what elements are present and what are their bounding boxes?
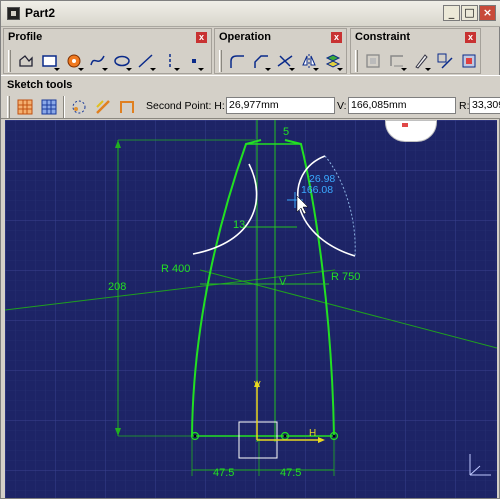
- title-bar: Part2 _ □ ×: [1, 1, 500, 27]
- radius-left-text[interactable]: R 400: [161, 263, 190, 275]
- v-value-field[interactable]: 166,085mm: [348, 97, 456, 114]
- profile-icon[interactable]: [15, 50, 37, 72]
- spline-icon[interactable]: [87, 50, 109, 72]
- grid-icon[interactable]: [14, 96, 36, 118]
- r-value-field[interactable]: 33,309: [469, 97, 500, 114]
- project-icon[interactable]: [322, 50, 344, 72]
- r-label: R:: [459, 100, 470, 112]
- main-window: Part2 _ □ × Profile x Operation x Constr…: [0, 0, 500, 499]
- cursor-v-text: 166.08: [301, 184, 333, 196]
- geometrical-constraints-icon[interactable]: [92, 96, 114, 118]
- radius-right-text[interactable]: R 750: [331, 271, 360, 283]
- corner-icon[interactable]: [226, 50, 248, 72]
- h-axis-label: H: [309, 428, 316, 439]
- sketch-canvas[interactable]: 5 208 13 R 400 R 750 V 26.98 166.08 47.5…: [5, 120, 497, 498]
- dimensional-constraints-icon[interactable]: [116, 96, 138, 118]
- toolbar-grip[interactable]: [8, 50, 11, 72]
- operation-toolbar: Operation x: [214, 28, 347, 74]
- constraint-toolbar-title: Constraint: [355, 31, 410, 43]
- top-dimension-text[interactable]: 5: [283, 126, 289, 138]
- constraint-toolbar: Constraint x: [350, 28, 481, 74]
- rectangle-icon[interactable]: [39, 50, 61, 72]
- app-icon: [7, 7, 20, 20]
- profile-toolbar-close-button[interactable]: x: [196, 32, 207, 43]
- window-title: Part2: [25, 6, 56, 20]
- point-icon[interactable]: [183, 50, 205, 72]
- mirror-icon[interactable]: [298, 50, 320, 72]
- snap-to-point-icon[interactable]: [38, 96, 60, 118]
- profile-toolbar-title: Profile: [8, 31, 43, 43]
- sketch-grid: [5, 120, 497, 498]
- auto-constraint-icon[interactable]: [410, 50, 432, 72]
- constraint-box-icon[interactable]: [362, 50, 384, 72]
- profile-toolbar: Profile x: [3, 28, 212, 74]
- toolbar-grip[interactable]: [219, 50, 222, 72]
- construction-element-icon[interactable]: [68, 96, 90, 118]
- axis-icon[interactable]: [159, 50, 181, 72]
- maximize-button[interactable]: □: [461, 5, 478, 21]
- sketch-tools-title: Sketch tools: [7, 79, 73, 91]
- operation-toolbar-title: Operation: [219, 31, 271, 43]
- chamfer-icon[interactable]: [250, 50, 272, 72]
- bottom-right-dimension-text[interactable]: 47.5: [280, 467, 301, 479]
- sketch-tools-bar: Sketch tools Second Point: H: 26,977mm V…: [1, 75, 500, 119]
- toolbar-grip[interactable]: [7, 96, 10, 118]
- bottom-left-dimension-text[interactable]: 47.5: [213, 467, 234, 479]
- constraint-icon[interactable]: [386, 50, 408, 72]
- ellipse-icon[interactable]: [111, 50, 133, 72]
- toolbar-grip[interactable]: [355, 50, 358, 72]
- close-button[interactable]: ×: [479, 5, 496, 21]
- toolbar-separator: [63, 96, 65, 118]
- minimize-button[interactable]: _: [443, 5, 460, 21]
- line-icon[interactable]: [135, 50, 157, 72]
- trim-icon[interactable]: [274, 50, 296, 72]
- height-dimension-text[interactable]: 208: [108, 281, 126, 293]
- constraint-toolbar-close-button[interactable]: x: [465, 32, 476, 43]
- animate-constraint-icon[interactable]: [434, 50, 456, 72]
- inner-dimension-text[interactable]: 13: [233, 219, 245, 231]
- sketch-viewport[interactable]: 5 208 13 R 400 R 750 V 26.98 166.08 47.5…: [5, 120, 497, 498]
- edit-constraint-icon[interactable]: [458, 50, 480, 72]
- v-axis-label: V: [254, 380, 261, 391]
- circle-point-icon[interactable]: [63, 50, 85, 72]
- v-label: V:: [337, 100, 347, 112]
- v-constraint-text: V: [279, 276, 287, 288]
- second-point-h-label: Second Point: H:: [146, 100, 225, 112]
- operation-toolbar-close-button[interactable]: x: [331, 32, 342, 43]
- h-value-field[interactable]: 26,977mm: [226, 97, 335, 114]
